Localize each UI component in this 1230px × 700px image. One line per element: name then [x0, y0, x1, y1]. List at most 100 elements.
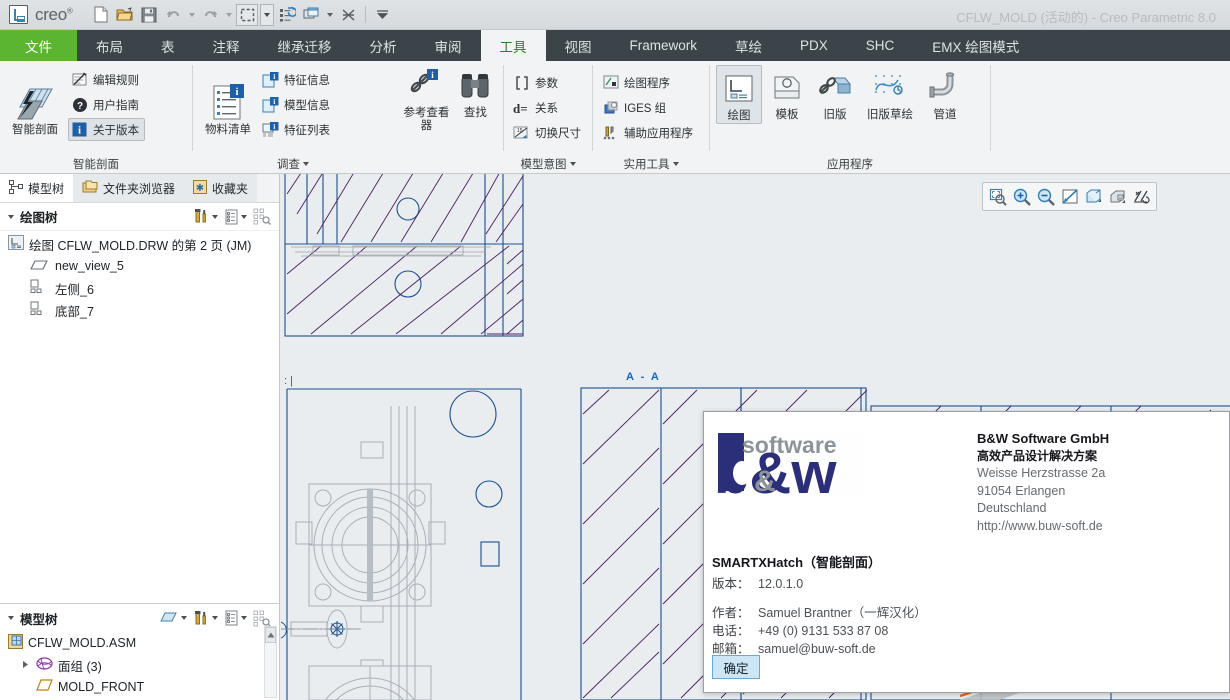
ribbon-group-smartxhatch-label: 智能剖面 [73, 158, 119, 171]
investigate-chevron-down-icon[interactable] [303, 161, 309, 166]
tab-file[interactable]: 文件 [0, 30, 77, 61]
tree-row-bottom-7[interactable]: 底部_7 [0, 299, 279, 321]
tree-row-quilt-group[interactable]: 面组 (3) [0, 654, 279, 676]
drawing-program-button[interactable]: 绘图程序 [599, 71, 699, 94]
user-guide-button[interactable]: ? 用户指南 [68, 93, 145, 116]
tab-analysis[interactable]: 分析 [351, 30, 416, 61]
scrollbar-up-arrow[interactable] [265, 627, 276, 643]
legacy-app-button[interactable]: 旧版 [812, 65, 858, 122]
switch-dimensions-button[interactable]: 15 切换尺寸 [510, 121, 587, 144]
model-intent-chevron-down-icon[interactable] [569, 161, 576, 166]
ribbon-group-utilities-label[interactable]: 实用工具 [599, 154, 703, 173]
about-version-button[interactable]: i 关于版本 [68, 118, 145, 141]
selection-box-icon[interactable] [236, 3, 259, 26]
drawing-tree-collapse-icon[interactable] [8, 214, 14, 219]
model-tree-filter-button[interactable] [253, 610, 271, 627]
model-tree-display-button[interactable] [224, 610, 247, 626]
feature-list-button[interactable]: i 特征列表 [259, 118, 336, 141]
zoom-out-icon[interactable] [1034, 185, 1057, 208]
company-url[interactable]: http://www.buw-soft.de [977, 518, 1217, 536]
tab-framework[interactable]: Framework [611, 30, 717, 61]
tree-row-left-6[interactable]: 左侧_6 [0, 277, 279, 299]
windows-icon[interactable] [300, 4, 322, 26]
zoom-in-icon[interactable] [1010, 185, 1033, 208]
find-button[interactable]: 查找 [454, 63, 497, 120]
tab-view[interactable]: 视图 [546, 30, 611, 61]
ribbon-group-investigate-label[interactable]: 调查 [199, 154, 387, 173]
tab-table[interactable]: 表 [142, 30, 194, 61]
qat-more-chevron-down-icon[interactable] [372, 4, 392, 26]
drawing-app-button[interactable]: 绘图 [716, 65, 762, 124]
reference-viewer-button[interactable]: i 参考查看器 [399, 63, 454, 133]
tab-shc[interactable]: SHC [847, 30, 914, 61]
tree-row-new-view-5[interactable]: new_view_5 [0, 255, 279, 277]
ribbon-group-model-intent-label[interactable]: 模型意图 [510, 154, 586, 173]
model-tree-settings-chevron-down-icon[interactable] [212, 616, 218, 620]
new-document-icon[interactable] [90, 4, 112, 26]
auxiliary-applications-button[interactable]: 辅助应用程序 [599, 121, 699, 144]
tab-annotate[interactable]: 注释 [194, 30, 259, 61]
saved-orientations-icon[interactable] [1106, 185, 1129, 208]
tab-tools[interactable]: 工具 [480, 30, 546, 61]
selection-filter-chevron-down-icon[interactable] [260, 3, 275, 26]
smart-hatch-button[interactable]: 智能剖面 [6, 80, 64, 137]
template-app-button[interactable]: 模板 [764, 65, 810, 122]
tab-layout[interactable]: 布局 [77, 30, 142, 61]
title-bar: creo® CFLW_MOLD (活动的) - Creo Parametric … [0, 0, 1230, 30]
undo-dropdown-chevron-down-icon[interactable] [186, 4, 197, 26]
tab-pdx[interactable]: PDX [781, 30, 847, 61]
nav-tab-favorites[interactable]: ✱ 收藏夹 [184, 174, 258, 202]
model-tree-collapse-icon[interactable] [8, 616, 14, 620]
redo-arrow-icon[interactable] [199, 4, 221, 26]
datum-display-icon[interactable] [1130, 185, 1153, 208]
window-dropdown-chevron-down-icon[interactable] [324, 4, 335, 26]
tree-row-assembly[interactable]: CFLW_MOLD.ASM [0, 632, 279, 654]
drawing-tree-settings-chevron-down-icon[interactable] [212, 214, 218, 219]
tab-inherit-migrate[interactable]: 继承迁移 [259, 30, 351, 61]
feature-info-button[interactable]: i 特征信息 [259, 68, 336, 91]
svg-text:d=: d= [513, 101, 528, 116]
drawing-tree-filter-button[interactable] [253, 208, 271, 225]
undo-arrow-icon[interactable] [162, 4, 184, 26]
ok-button[interactable]: 确定 [712, 655, 760, 679]
drawing-tree-display-chevron-down-icon[interactable] [241, 214, 247, 219]
model-tree-display-chevron-down-icon[interactable] [241, 616, 247, 620]
model-tree-scrollbar[interactable] [264, 626, 277, 698]
legacy-sketch-button[interactable]: 旧版草绘 [860, 65, 920, 122]
bill-of-materials-button[interactable]: i 物料清单 [199, 80, 257, 137]
tab-emx-drawing-mode[interactable]: EMX 绘图模式 [913, 30, 1038, 61]
nav-tab-folder-browser[interactable]: 文件夹浏览器 [73, 174, 185, 202]
drawing-tree-settings-button[interactable] [193, 208, 218, 225]
close-x-icon[interactable] [337, 4, 359, 26]
relations-button[interactable]: d= 关系 [510, 96, 587, 119]
model-tree-display-style-chevron-down-icon[interactable] [181, 616, 187, 620]
nav-tab-model-tree[interactable]: 模型树 [0, 174, 74, 202]
tab-review[interactable]: 审阅 [416, 30, 481, 61]
save-disk-icon[interactable] [138, 4, 160, 26]
edit-rules-button[interactable]: 编辑规则 [68, 68, 145, 91]
piping-app-button[interactable]: 管道 [922, 65, 968, 122]
view-projection-icon [30, 301, 50, 319]
tree-row-drawing-sheet[interactable]: 绘图 CFLW_MOLD.DRW 的第 2 页 (JM) [0, 233, 279, 255]
iges-group-button[interactable]: IGES 组 [599, 96, 699, 119]
parameters-button[interactable]: 参数 [510, 71, 587, 94]
regenerate-icon[interactable] [276, 4, 298, 26]
expander-collapsed-icon[interactable] [22, 658, 31, 672]
creo-logo[interactable]: creo® [9, 5, 73, 25]
open-folder-icon[interactable] [114, 4, 136, 26]
feature-list-icon: i [262, 121, 279, 138]
model-info-button[interactable]: i 模型信息 [259, 93, 336, 116]
model-tree-display-style-button[interactable] [160, 611, 187, 625]
repaint-icon[interactable] [1058, 185, 1081, 208]
about-smartxhatch-dialog[interactable]: software b&w & B&W Software GmbH 高效产品设计解… [703, 411, 1230, 693]
drawing-tree-display-button[interactable] [224, 209, 247, 225]
zoom-fit-icon[interactable] [986, 185, 1009, 208]
utilities-chevron-down-icon[interactable] [672, 161, 679, 166]
email-value[interactable]: samuel@buw-soft.de [758, 642, 876, 656]
display-style-icon[interactable] [1082, 185, 1105, 208]
redo-dropdown-chevron-down-icon[interactable] [223, 4, 234, 26]
tab-sketch[interactable]: 草绘 [716, 30, 781, 61]
tree-row-drawing-sheet-label: 绘图 CFLW_MOLD.DRW 的第 2 页 (JM) [29, 238, 252, 253]
model-tree-settings-button[interactable] [193, 610, 218, 627]
tree-row-mold-front[interactable]: MOLD_FRONT [0, 676, 279, 698]
